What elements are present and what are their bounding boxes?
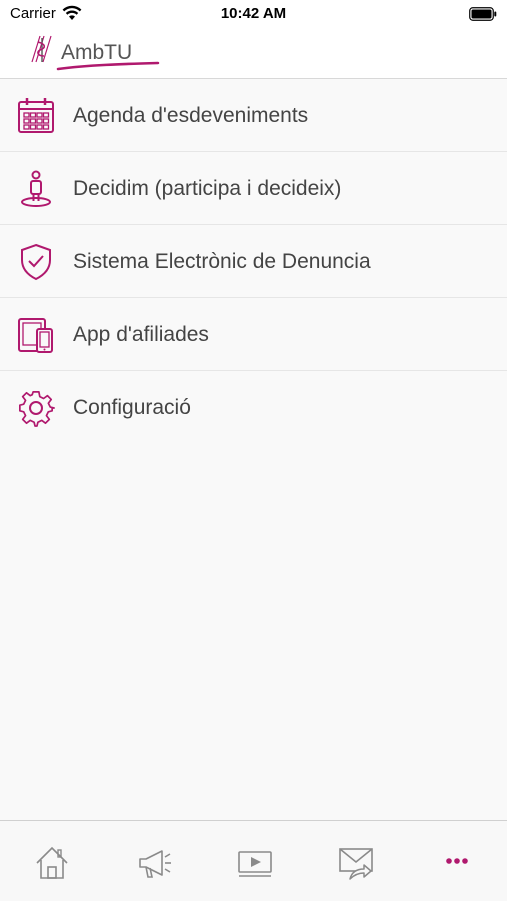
calendar-icon [17,97,55,135]
status-time: 10:42 AM [220,5,287,22]
menu-item-decidim[interactable]: Decidim (participa i decideix) [0,152,507,225]
menu-item-label: Sistema Electrònic de Denuncia [73,250,371,273]
tab-home[interactable] [32,843,72,883]
menu-item-agenda[interactable]: Agenda d'esdeveniments [0,79,507,152]
status-bar: Carrier 10:42 AM [0,0,507,28]
shield-check-icon [17,243,55,281]
tab-video[interactable] [235,843,275,883]
mail-forward-icon [336,843,376,883]
tab-messages[interactable] [336,843,376,883]
menu-item-label: Configuració [73,396,191,419]
main-menu: Agenda d'esdeveniments Decidim (particip… [0,79,507,444]
menu-item-label: App d'afiliades [73,323,209,346]
menu-item-label: Agenda d'esdeveniments [73,104,309,127]
video-player-icon [235,843,275,883]
gear-icon [17,389,55,427]
logo-text: AmbTU [61,41,132,64]
menu-item-label: Decidim (participa i decideix) [73,177,342,200]
battery-icon [469,7,497,26]
megaphone-icon [134,843,174,883]
tab-announcements[interactable] [134,843,174,883]
app-logo: AmbTU [28,32,163,74]
menu-item-afiliades[interactable]: App d'afiliades [0,298,507,371]
tab-bar [0,820,507,901]
menu-item-denuncia[interactable]: Sistema Electrònic de Denuncia [0,225,507,298]
tab-more[interactable] [437,843,477,883]
app-header: AmbTU [0,28,507,79]
person-icon [17,170,55,208]
devices-icon [17,316,55,354]
menu-item-configuracio[interactable]: Configuració [0,371,507,444]
home-icon [32,843,72,883]
more-icon [437,843,477,883]
